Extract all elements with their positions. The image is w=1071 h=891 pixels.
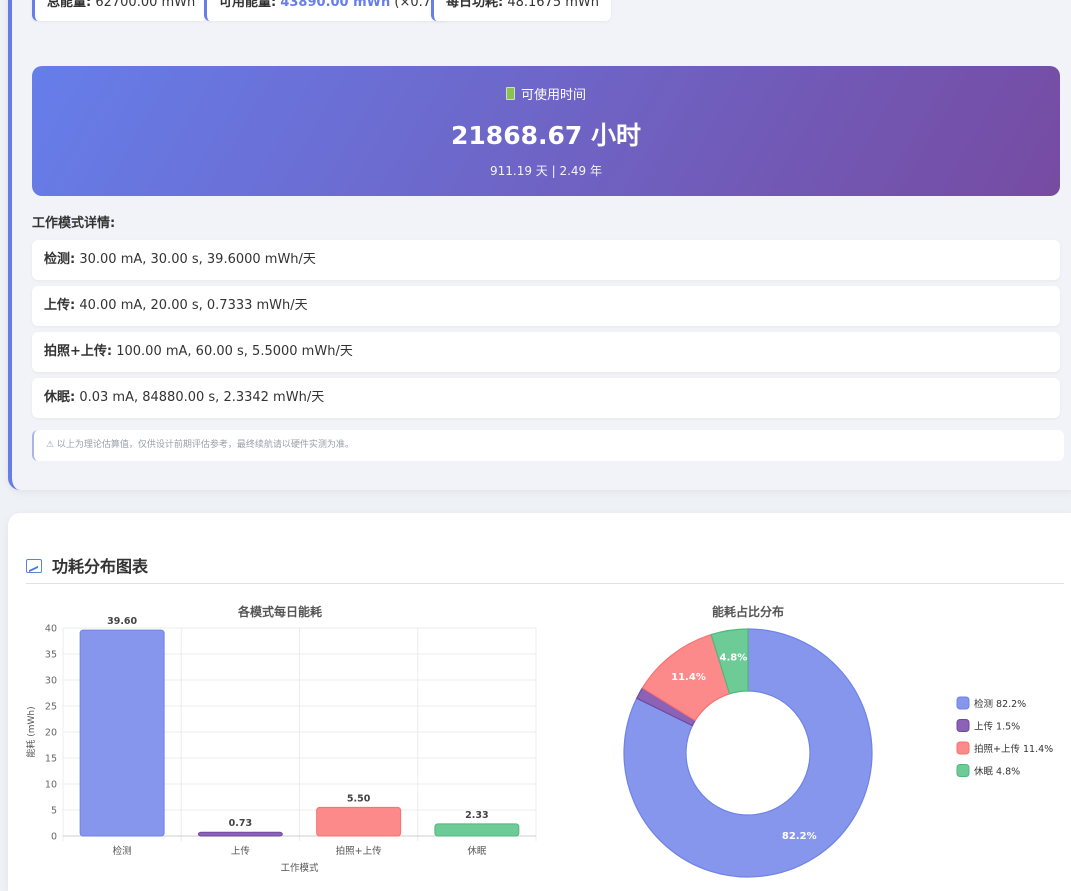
chart-line-icon — [26, 559, 42, 573]
bar-y-tick-label: 20 — [45, 728, 57, 739]
total-energy-label: 总能量: — [47, 0, 92, 10]
bar-1 — [197, 831, 283, 837]
battery-life-title: 可使用时间 — [520, 88, 586, 103]
bar-y-tick-label: 10 — [45, 780, 57, 791]
bar-0 — [79, 629, 165, 837]
bar-category-label: 休眠 — [467, 845, 487, 857]
mode-row-photo-upload: 拍照+上传: 100.00 mA, 60.00 s, 5.5000 mWh/天 — [32, 332, 1060, 372]
bar-3 — [434, 823, 520, 837]
mode-name: 检测: — [44, 252, 76, 267]
pie-slice-label: 11.4% — [671, 672, 706, 683]
usable-energy-stat: 可用能量: 43890.00 mWh (×0.7) — [204, 0, 449, 21]
pie-chart: 能耗占比分布 82.2% 11.4% 4.8% 检测 82.2% 上传 1.5% 拍照+上传… — [623, 604, 1053, 878]
bar-y-tick-label: 30 — [45, 676, 57, 687]
bar-y-tick-label: 35 — [45, 650, 57, 661]
bar-data-label: 0.73 — [229, 818, 252, 829]
charts-divider — [26, 583, 1064, 584]
bar-y-tick-label: 5 — [51, 806, 57, 817]
mode-name: 上传: — [44, 298, 76, 313]
total-energy-value: 62700.00 mWh — [95, 0, 196, 10]
bar-data-label: 39.60 — [107, 616, 137, 627]
bar-data-label: 5.50 — [347, 793, 371, 804]
legend-swatch — [956, 696, 970, 710]
legend-swatch — [956, 741, 970, 755]
battery-icon — [505, 87, 515, 100]
bar-y-tick-label: 40 — [45, 624, 57, 635]
bar-y-tick-label: 15 — [45, 754, 57, 765]
usable-energy-label: 可用能量: — [219, 0, 277, 10]
legend-label: 拍照+上传 11.4% — [974, 743, 1053, 755]
legend-label: 休眠 4.8% — [974, 766, 1020, 778]
battery-life-card: 可使用时间 21868.67 小时 911.19 天 | 2.49 年 — [32, 66, 1060, 196]
pie-slice-label: 4.8% — [720, 653, 748, 664]
mode-detail: 100.00 mA, 60.00 s, 5.5000 mWh/天 — [116, 344, 353, 359]
bar-category-label: 上传 — [231, 845, 251, 857]
bar-category-label: 检测 — [113, 845, 132, 857]
battery-life-title-row: 可使用时间 — [32, 84, 1060, 103]
bar-y-tick-label: 0 — [51, 832, 57, 843]
mode-detail: 30.00 mA, 30.00 s, 39.6000 mWh/天 — [79, 252, 316, 267]
bar-data-label: 2.33 — [465, 810, 488, 821]
mode-name: 休眠: — [44, 390, 76, 405]
estimate-disclaimer: ⚠ 以上为理论估算值，仅供设计前期评估参考，最终续航请以硬件实测为准。 — [32, 430, 1064, 461]
charts-section-title: 功耗分布图表 — [52, 557, 149, 576]
mode-detail: 0.03 mA, 84880.00 s, 2.3342 mWh/天 — [79, 390, 325, 405]
daily-power-value: 48.1675 mWh — [507, 0, 599, 10]
mode-name: 拍照+上传: — [44, 344, 113, 359]
mode-row-upload: 上传: 40.00 mA, 20.00 s, 0.7333 mWh/天 — [32, 286, 1060, 326]
charts-section-header: 功耗分布图表 — [26, 553, 148, 577]
legend-label: 检测 82.2% — [974, 698, 1026, 710]
mode-detail: 40.00 mA, 20.00 s, 0.7333 mWh/天 — [79, 298, 308, 313]
bar-2 — [316, 806, 402, 837]
usable-energy-value: 43890.00 mWh — [280, 0, 391, 10]
daily-power-stat: 每日功耗: 48.1675 mWh — [431, 0, 611, 21]
bar-category-label: 拍照+上传 — [336, 845, 382, 857]
legend-label: 上传 1.5% — [974, 721, 1020, 733]
legend-swatch — [956, 719, 970, 732]
usable-energy-factor: (×0.7) — [394, 0, 437, 10]
daily-power-label: 每日功耗: — [446, 0, 504, 10]
total-energy-stat: 总能量: 62700.00 mWh — [32, 0, 208, 21]
legend-swatch — [956, 764, 970, 777]
battery-life-hours: 21868.67 小时 — [451, 121, 641, 150]
mode-row-detect: 检测: 30.00 mA, 30.00 s, 39.6000 mWh/天 — [32, 240, 1060, 280]
bar-y-axis-title: 能耗 (mWh) — [25, 706, 37, 757]
pie-slice-label: 82.2% — [782, 831, 817, 842]
modes-section-title: 工作模式详情: — [32, 216, 116, 231]
pie-chart-title: 能耗占比分布 — [712, 604, 784, 619]
battery-life-days-years: 911.19 天 | 2.49 年 — [489, 164, 602, 178]
bar-chart: 各模式每日能耗 0 5 10 15 20 25 30 35 40 39.60 检测 0.73 上传 5.50… — [25, 604, 537, 874]
bar-chart-title: 各模式每日能耗 — [237, 604, 322, 619]
mode-row-sleep: 休眠: 0.03 mA, 84880.00 s, 2.3342 mWh/天 — [32, 378, 1060, 418]
bar-x-axis-title: 工作模式 — [280, 862, 319, 874]
bar-y-tick-label: 25 — [45, 702, 57, 713]
